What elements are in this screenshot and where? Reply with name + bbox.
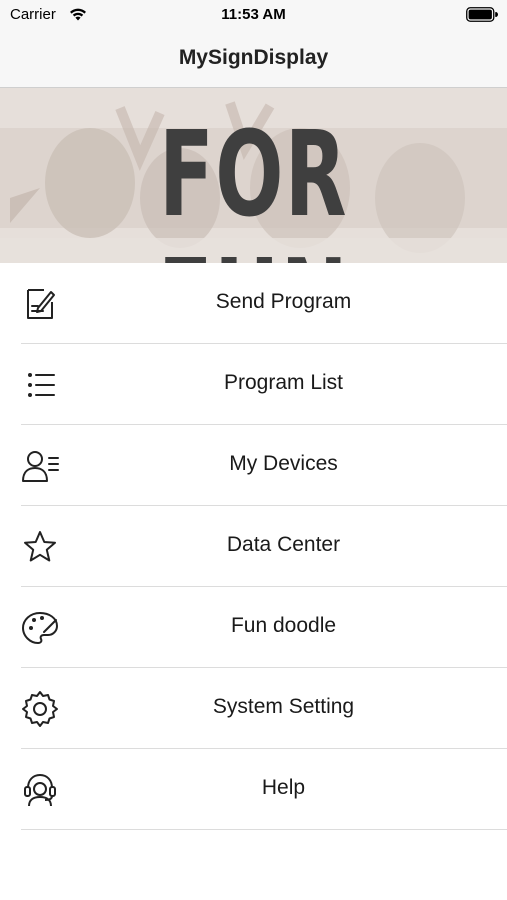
menu-item-label: Send Program <box>215 290 352 313</box>
palette-icon <box>20 608 60 648</box>
gear-icon <box>20 689 60 729</box>
menu-item-label: Program List <box>223 371 344 394</box>
menu-item-label: Help <box>261 776 306 799</box>
headset-support-icon <box>20 770 60 810</box>
menu-item-program-list[interactable]: Program List <box>0 344 507 425</box>
main-menu: Send Program Program List My Devices Dat… <box>0 263 507 830</box>
menu-item-data-center[interactable]: Data Center <box>0 506 507 587</box>
banner-image: FOR FUN <box>0 88 507 263</box>
divider <box>21 829 507 830</box>
menu-item-label: Fun doodle <box>230 614 337 637</box>
clock: 11:53 AM <box>221 6 286 23</box>
page-title: MySignDisplay <box>178 46 329 69</box>
navigation-bar: MySignDisplay <box>0 30 507 88</box>
edit-note-icon <box>20 284 60 324</box>
menu-item-fun-doodle[interactable]: Fun doodle <box>0 587 507 668</box>
menu-item-send-program[interactable]: Send Program <box>0 263 507 344</box>
bullet-list-icon <box>20 365 60 405</box>
battery-icon <box>466 7 498 22</box>
banner-headline: FOR FUN <box>158 105 348 263</box>
menu-item-label: My Devices <box>229 452 338 475</box>
menu-item-help[interactable]: Help <box>0 749 507 830</box>
menu-item-label: System Setting <box>212 695 355 718</box>
menu-item-system-setting[interactable]: System Setting <box>0 668 507 749</box>
menu-item-label: Data Center <box>226 533 341 556</box>
status-bar: Carrier 11:53 AM <box>0 0 507 30</box>
user-list-icon <box>20 446 60 486</box>
star-icon <box>20 527 60 567</box>
menu-item-my-devices[interactable]: My Devices <box>0 425 507 506</box>
